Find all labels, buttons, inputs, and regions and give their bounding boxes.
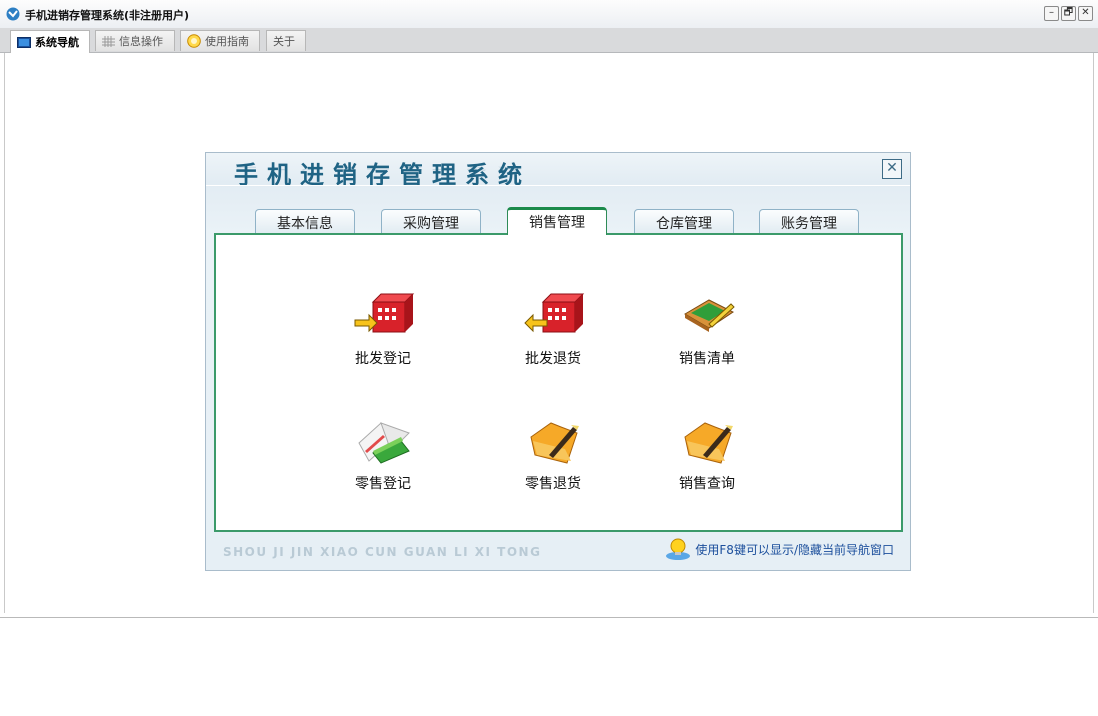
grid-icon xyxy=(102,35,115,47)
restore-button[interactable]: 🗗 xyxy=(1061,6,1076,21)
tab-system-nav[interactable]: 系统导航 xyxy=(10,30,90,53)
tab-accounts[interactable]: 账务管理 xyxy=(759,209,859,235)
navigation-panel: 手机进销存管理系统 手机进销存管理系统 ✕ 基本信息 采购管理 销售管理 仓库管… xyxy=(205,152,911,571)
close-button[interactable]: ✕ xyxy=(1078,6,1093,21)
wholesale-return-item[interactable]: 批发退货 xyxy=(498,290,608,368)
retail-return-icon xyxy=(530,422,579,464)
title-bar: 手机进销存管理系统(非注册用户) – 🗗 ✕ xyxy=(0,0,1098,29)
tab-user-guide[interactable]: 使用指南 xyxy=(180,30,260,51)
item-label: 零售登记 xyxy=(355,476,411,492)
item-label: 批发退货 xyxy=(525,351,581,367)
minimize-button[interactable]: – xyxy=(1044,6,1059,21)
window-title: 手机进销存管理系统(非注册用户) xyxy=(25,9,190,22)
retail-register-item[interactable]: 零售登记 xyxy=(328,415,438,493)
tab-label: 信息操作 xyxy=(119,35,163,48)
tab-basic-info[interactable]: 基本信息 xyxy=(255,209,355,235)
tab-info-ops[interactable]: 信息操作 xyxy=(95,30,175,51)
title-divider xyxy=(206,185,910,186)
retail-register-icon xyxy=(358,422,410,464)
frame-border xyxy=(4,53,5,613)
sales-query-icon xyxy=(684,422,733,464)
nav-close-button[interactable]: ✕ xyxy=(882,159,902,179)
wholesale-return-icon xyxy=(524,293,585,333)
help-icon xyxy=(187,34,201,48)
lightbulb-icon xyxy=(666,538,691,560)
window-controls: – 🗗 ✕ xyxy=(1044,6,1093,21)
tab-sales[interactable]: 销售管理 xyxy=(507,207,607,235)
footer-pinyin: SHOU JI JIN XIAO CUN GUAN LI XI TONG xyxy=(223,545,542,559)
tab-purchase[interactable]: 采购管理 xyxy=(381,209,481,235)
frame-border xyxy=(1093,53,1094,613)
sales-panel: 批发登记 批发退货 销售清单 零售登记 零售退货 销售查询 xyxy=(214,233,903,532)
sales-list-icon xyxy=(684,299,735,332)
tab-label: 使用指南 xyxy=(205,35,249,48)
app-logo-icon xyxy=(6,7,20,21)
app-window: 手机进销存管理系统(非注册用户) – 🗗 ✕ 系统导航 信息操作 使用指南 关于… xyxy=(0,0,1098,618)
tab-label: 关于 xyxy=(273,35,295,48)
sales-list-item[interactable]: 销售清单 xyxy=(652,290,762,368)
item-label: 批发登记 xyxy=(355,351,411,367)
tab-warehouse[interactable]: 仓库管理 xyxy=(634,209,734,235)
item-label: 零售退货 xyxy=(525,476,581,492)
monitor-icon xyxy=(17,36,31,48)
tab-about[interactable]: 关于 xyxy=(266,30,306,51)
tab-label: 系统导航 xyxy=(35,36,79,49)
item-label: 销售清单 xyxy=(679,351,735,367)
retail-return-item[interactable]: 零售退货 xyxy=(498,415,608,493)
item-label: 销售查询 xyxy=(679,476,735,492)
wholesale-register-icon xyxy=(354,293,415,333)
hint-text: 使用F8键可以显示/隐藏当前导航窗口 xyxy=(695,542,894,557)
f8-hint: 使用F8键可以显示/隐藏当前导航窗口 xyxy=(665,537,894,561)
nav-title-reflection: 手机进销存管理系统 xyxy=(234,167,531,174)
main-tab-strip: 系统导航 信息操作 使用指南 关于 xyxy=(0,28,1098,53)
sales-query-item[interactable]: 销售查询 xyxy=(652,415,762,493)
wholesale-register-item[interactable]: 批发登记 xyxy=(328,290,438,368)
